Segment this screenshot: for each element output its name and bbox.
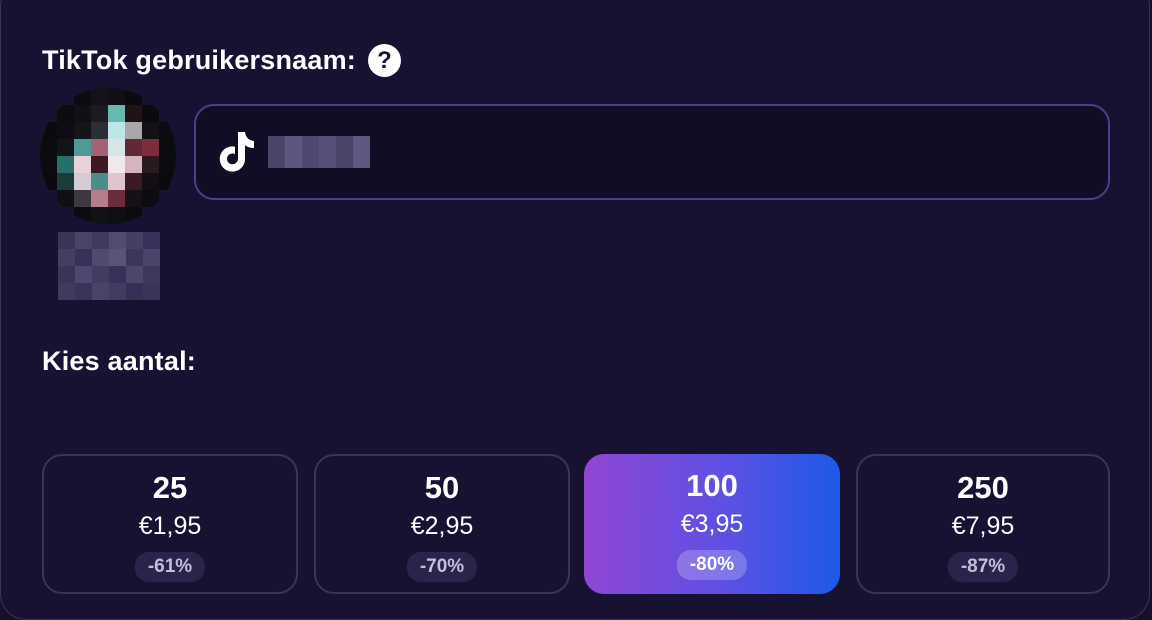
option-price: €1,95 xyxy=(138,512,202,540)
username-value-blurred xyxy=(268,136,370,168)
amount-options: 25 €1,95 -61% 50 €2,95 -70% 100 €3,95 -8… xyxy=(42,454,1110,594)
discount-badge: -87% xyxy=(947,552,1019,582)
discount-badge: -80% xyxy=(676,550,748,580)
amount-label: Kies aantal: xyxy=(42,346,196,376)
question-circle-icon[interactable]: ? xyxy=(368,44,402,77)
tiktok-logo-icon xyxy=(219,132,254,172)
option-50[interactable]: 50 €2,95 -70% xyxy=(314,454,570,594)
avatar xyxy=(40,88,176,224)
option-quantity: 250 xyxy=(957,470,1009,505)
option-price: €2,95 xyxy=(410,512,474,540)
option-price: €7,95 xyxy=(951,512,1015,540)
display-name-blurred xyxy=(58,232,160,300)
option-quantity: 25 xyxy=(152,470,188,505)
username-label: TikTok gebruikersnaam: ? xyxy=(42,44,402,77)
option-100[interactable]: 100 €3,95 -80% xyxy=(584,454,840,594)
option-250[interactable]: 250 €7,95 -87% xyxy=(856,454,1110,594)
discount-badge: -61% xyxy=(134,552,206,582)
discount-badge: -70% xyxy=(406,552,478,582)
option-quantity: 50 xyxy=(424,470,460,505)
option-25[interactable]: 25 €1,95 -61% xyxy=(42,454,298,594)
username-label-text: TikTok gebruikersnaam: xyxy=(42,45,357,75)
option-quantity: 100 xyxy=(686,468,738,503)
option-price: €3,95 xyxy=(680,510,744,538)
username-input[interactable] xyxy=(194,104,1110,200)
